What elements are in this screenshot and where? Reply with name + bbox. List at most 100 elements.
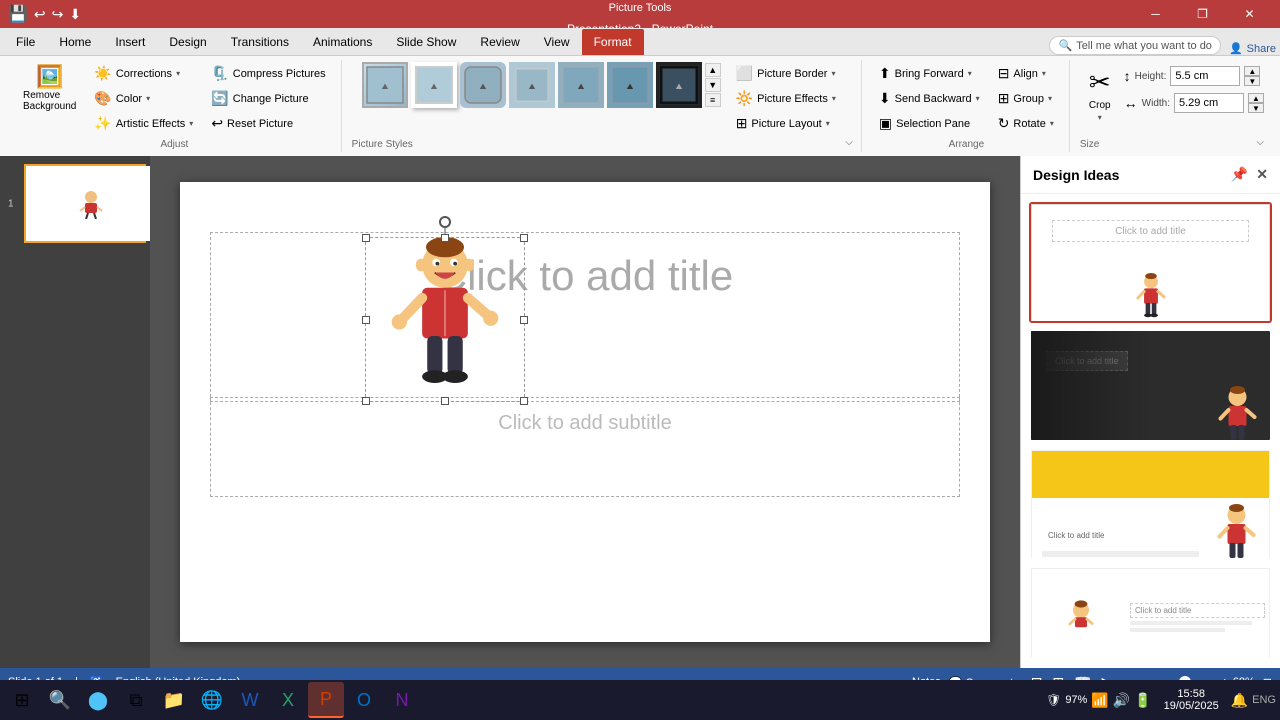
handle-tm[interactable] xyxy=(441,234,449,242)
tab-slideshow[interactable]: Slide Show xyxy=(384,29,468,55)
handle-tr[interactable] xyxy=(520,234,528,242)
size-expand[interactable]: ⌵ xyxy=(1256,137,1264,148)
width-down[interactable]: ▼ xyxy=(1248,103,1264,113)
taskbar-powerpoint[interactable]: P xyxy=(308,682,344,718)
tell-me-input[interactable]: 🔍 Tell me what you want to do xyxy=(1049,36,1220,55)
notification-icon[interactable]: 🔔 xyxy=(1231,692,1248,709)
picture-styles-expand[interactable]: ⌵ xyxy=(845,137,853,148)
customize-icon[interactable]: ⬇ xyxy=(69,6,81,23)
height-row: ↕ Height: ▲ ▼ xyxy=(1124,66,1264,86)
style-thumb-7[interactable]: ⛰ xyxy=(656,62,702,108)
style-thumb-4[interactable]: ⛰ xyxy=(509,62,555,108)
style-thumb-5[interactable]: ⛰ xyxy=(558,62,604,108)
cortana-button[interactable]: ⬤ xyxy=(80,682,116,718)
compress-button[interactable]: 🗜️ Compress Pictures xyxy=(204,62,332,85)
bring-forward-button[interactable]: ⬆ Bring Forward ▾ xyxy=(872,62,987,85)
rotate-button[interactable]: ↻ Rotate ▾ xyxy=(991,112,1061,135)
taskbar-outlook[interactable]: O xyxy=(346,682,382,718)
tab-animations[interactable]: Animations xyxy=(301,29,384,55)
picture-layout-button[interactable]: ⊞ Picture Layout ▾ xyxy=(729,112,843,135)
gallery-up-button[interactable]: ▲ xyxy=(705,63,721,77)
crop-button[interactable]: ✂ Crop ▾ xyxy=(1080,62,1120,127)
slide-canvas[interactable]: Click to add title Click to add subtitle xyxy=(180,182,990,642)
design-idea-4-character xyxy=(1061,593,1101,643)
change-picture-button[interactable]: 🔄 Change Picture xyxy=(204,87,332,110)
gallery-more-button[interactable]: ≡ xyxy=(705,93,721,107)
group-button[interactable]: ⊞ Group ▾ xyxy=(991,87,1061,110)
compress-label: Compress Pictures xyxy=(233,68,326,80)
system-clock[interactable]: 15:58 19/05/2025 xyxy=(1156,688,1227,712)
width-up[interactable]: ▲ xyxy=(1248,93,1264,103)
corrections-button[interactable]: ☀️ Corrections ▾ xyxy=(87,62,200,85)
height-down[interactable]: ▼ xyxy=(1244,76,1260,86)
tab-format[interactable]: Format xyxy=(582,29,644,55)
tab-review[interactable]: Review xyxy=(468,29,531,55)
style-thumb-1[interactable]: ⛰ xyxy=(362,62,408,108)
gallery-down-button[interactable]: ▼ xyxy=(705,78,721,92)
handle-bl[interactable] xyxy=(362,397,370,405)
send-backward-button[interactable]: ⬇ Send Backward ▾ xyxy=(872,87,987,110)
taskbar-word[interactable]: W xyxy=(232,682,268,718)
design-idea-3[interactable]: Click to add title xyxy=(1029,448,1272,560)
redo-icon[interactable]: ↪ xyxy=(52,6,64,23)
restore-button[interactable]: ❐ xyxy=(1180,0,1225,28)
width-input[interactable] xyxy=(1174,93,1244,113)
height-up[interactable]: ▲ xyxy=(1244,66,1260,76)
picture-effects-button[interactable]: 🔆 Picture Effects ▾ xyxy=(729,87,843,110)
height-input[interactable] xyxy=(1170,66,1240,86)
tab-home[interactable]: Home xyxy=(47,29,103,55)
volume-icon[interactable]: 🔊 xyxy=(1113,692,1130,709)
close-button[interactable]: ✕ xyxy=(1227,0,1272,28)
undo-icon[interactable]: ↩ xyxy=(34,6,46,23)
design-idea-3-character xyxy=(1209,504,1264,560)
style-thumb-2[interactable]: ⛰ xyxy=(411,62,457,108)
reset-picture-button[interactable]: ↩ Reset Picture xyxy=(204,112,332,135)
battery-icon[interactable]: 🔋 xyxy=(1134,692,1151,709)
tab-view[interactable]: View xyxy=(532,29,582,55)
tab-transitions[interactable]: Transitions xyxy=(219,29,301,55)
design-idea-1[interactable]: Click to add title xyxy=(1029,202,1272,323)
design-idea-4-img: Click to add title xyxy=(1031,568,1270,660)
keyboard-icon: ENG xyxy=(1252,694,1276,706)
design-idea-2[interactable]: Click to add title xyxy=(1029,329,1272,441)
network-icon[interactable]: 📶 xyxy=(1091,692,1108,709)
design-idea-4[interactable]: Click to add title xyxy=(1029,566,1272,660)
tab-insert[interactable]: Insert xyxy=(103,29,157,55)
taskbar-edge[interactable]: 🌐 xyxy=(194,682,230,718)
share-button[interactable]: 👤 Share xyxy=(1229,42,1276,55)
handle-br[interactable] xyxy=(520,397,528,405)
minimize-button[interactable]: ─ xyxy=(1133,0,1178,28)
align-arrow: ▾ xyxy=(1042,69,1046,78)
selection-pane-button[interactable]: ▣ Selection Pane xyxy=(872,112,987,135)
handle-tl[interactable] xyxy=(362,234,370,242)
tab-design[interactable]: Design xyxy=(157,29,218,55)
picture-border-button[interactable]: ⬜ Picture Border ▾ xyxy=(729,62,843,85)
style-thumb-3[interactable]: ⛰ xyxy=(460,62,506,108)
slide-thumbnail-1[interactable]: 1 xyxy=(24,164,146,243)
remove-background-button[interactable]: 🖼️ RemoveBackground xyxy=(16,62,83,116)
slide-panel: 1 xyxy=(0,156,1020,668)
start-button[interactable]: ⊞ xyxy=(4,682,40,718)
arrange-group-label: Arrange xyxy=(949,135,985,150)
color-button[interactable]: 🎨 Color ▾ xyxy=(87,87,200,110)
artistic-effects-button[interactable]: ✨ Artistic Effects ▾ xyxy=(87,112,200,135)
tab-file[interactable]: File xyxy=(4,29,47,55)
search-button[interactable]: 🔍 xyxy=(42,682,78,718)
style-thumb-6[interactable]: ⛰ xyxy=(607,62,653,108)
design-panel-close[interactable]: ✕ xyxy=(1256,166,1268,183)
taskbar-excel[interactable]: X xyxy=(270,682,306,718)
character-container[interactable] xyxy=(365,237,525,402)
handle-ml[interactable] xyxy=(362,316,370,324)
task-view-button[interactable]: ⧉ xyxy=(118,682,154,718)
handle-mr[interactable] xyxy=(520,316,528,324)
group-icon: ⊞ xyxy=(998,90,1010,107)
align-button[interactable]: ⊟ Align ▾ xyxy=(991,62,1061,85)
taskbar-explorer[interactable]: 📁 xyxy=(156,682,192,718)
design-panel-pin[interactable]: 📌 xyxy=(1231,166,1248,183)
cortana-icon: ⬤ xyxy=(88,690,108,711)
ribbon-tabs: File Home Insert Design Transitions Anim… xyxy=(0,28,1280,56)
handle-bm[interactable] xyxy=(441,397,449,405)
rotate-handle[interactable] xyxy=(439,216,451,228)
save-icon[interactable]: 💾 xyxy=(8,4,28,24)
taskbar-onenote[interactable]: N xyxy=(384,682,420,718)
